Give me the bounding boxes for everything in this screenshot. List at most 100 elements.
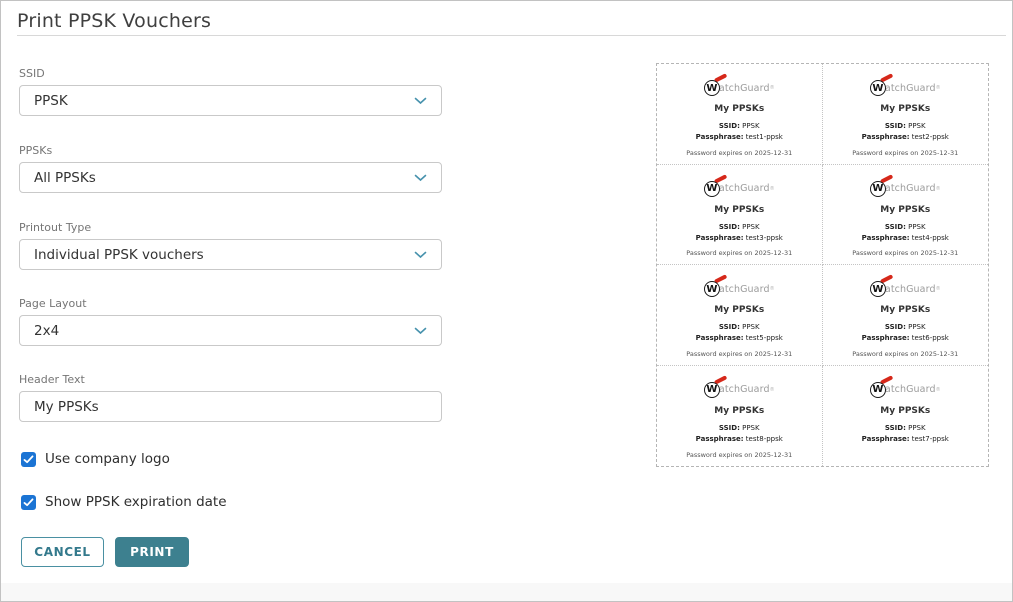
show-expiration-date-checkbox-row[interactable]: Show PPSK expiration date bbox=[21, 494, 227, 510]
passphrase-value: test3-ppsk bbox=[745, 233, 783, 242]
voucher-card: W atchGuard ® My PPSKs SSID: PPSK Passph… bbox=[823, 366, 989, 467]
chevron-down-icon bbox=[414, 251, 427, 259]
ssid-field: SSID PPSK bbox=[19, 67, 442, 116]
brand-wordmark: atchGuard bbox=[718, 82, 770, 94]
voucher-passphrase-line: Passphrase: test3-ppsk bbox=[696, 234, 783, 242]
voucher-header-text: My PPSKs bbox=[880, 305, 931, 315]
voucher-ssid-line: SSID: PPSK bbox=[885, 223, 926, 231]
voucher-card: W atchGuard ® My PPSKs SSID: PPSK Passph… bbox=[822, 165, 988, 265]
passphrase-value: test4-ppsk bbox=[911, 233, 949, 242]
voucher-expiry-text: Password expires on 2025-12-31 bbox=[686, 451, 793, 459]
passphrase-key: Passphrase: bbox=[861, 334, 910, 342]
passphrase-key: Passphrase: bbox=[695, 133, 744, 141]
checkbox-checked-icon[interactable] bbox=[21, 494, 36, 510]
ssid-key: SSID: bbox=[884, 323, 906, 331]
page-header: Print PPSK Vouchers bbox=[17, 1, 1006, 36]
voucher-card: W atchGuard ® My PPSKs SSID: PPSK Passph… bbox=[657, 164, 823, 265]
ssid-select[interactable]: PPSK bbox=[19, 85, 442, 116]
passphrase-value: test7-ppsk bbox=[911, 434, 949, 443]
brand-initial: W bbox=[869, 80, 886, 96]
brand-wordmark: atchGuard bbox=[884, 183, 936, 194]
checkbox-checked-icon[interactable] bbox=[21, 451, 36, 467]
voucher-header-text: My PPSKs bbox=[880, 405, 931, 416]
passphrase-value: test1-ppsk bbox=[745, 133, 783, 141]
voucher-ssid-line: SSID: PPSK bbox=[885, 424, 926, 432]
header-text-label: Header Text bbox=[19, 373, 85, 386]
registered-mark: ® bbox=[935, 386, 941, 393]
voucher-ssid-line: SSID: PPSK bbox=[885, 122, 926, 130]
brand-wordmark: atchGuard bbox=[718, 183, 770, 194]
registered-mark: ® bbox=[769, 286, 775, 292]
voucher-expiry-text: Password expires on 2025-12-31 bbox=[686, 349, 793, 358]
printout-type-selected-value: Individual PPSK vouchers bbox=[34, 246, 204, 263]
ssid-label: SSID bbox=[19, 67, 45, 80]
voucher-passphrase-line: Passphrase: test2-ppsk bbox=[862, 133, 949, 141]
printout-type-select[interactable]: Individual PPSK vouchers bbox=[19, 239, 442, 270]
ssid-value: PPSK bbox=[742, 122, 760, 130]
ssid-key: SSID: bbox=[718, 222, 740, 231]
chevron-down-icon bbox=[414, 327, 427, 335]
page-layout-label: Page Layout bbox=[19, 297, 87, 310]
voucher-card: W atchGuard ® My PPSKs SSID: PPSK Passph… bbox=[657, 64, 823, 165]
passphrase-key: Passphrase: bbox=[695, 334, 744, 342]
ppsks-label: PPSKs bbox=[19, 144, 53, 157]
page-layout-select[interactable]: 2x4 bbox=[19, 315, 442, 346]
watchguard-logo: W atchGuard ® bbox=[703, 73, 775, 97]
passphrase-key: Passphrase: bbox=[695, 434, 744, 443]
cancel-button[interactable]: CANCEL bbox=[21, 537, 104, 567]
voucher-passphrase-line: Passphrase: test1-ppsk bbox=[696, 133, 783, 141]
voucher-ssid-line: SSID: PPSK bbox=[719, 223, 760, 231]
brand-initial: W bbox=[703, 180, 720, 197]
passphrase-value: test2-ppsk bbox=[911, 133, 949, 141]
brand-initial: W bbox=[703, 381, 720, 398]
brand-wordmark: atchGuard bbox=[884, 384, 936, 395]
watchguard-logo: W atchGuard ® bbox=[869, 374, 941, 399]
brand-wordmark: atchGuard bbox=[884, 82, 936, 94]
voucher-passphrase-line: Passphrase: test8-ppsk bbox=[696, 435, 783, 443]
chevron-down-icon bbox=[414, 97, 427, 105]
voucher-header-text: My PPSKs bbox=[714, 204, 765, 215]
ssid-key: SSID: bbox=[718, 423, 740, 432]
voucher-passphrase-line: Passphrase: test6-ppsk bbox=[862, 334, 949, 342]
brand-wordmark: atchGuard bbox=[884, 283, 936, 295]
ssid-key: SSID: bbox=[718, 122, 740, 130]
voucher-ssid-line: SSID: PPSK bbox=[719, 122, 760, 130]
registered-mark: ® bbox=[935, 185, 941, 192]
ssid-value: PPSK bbox=[908, 222, 926, 231]
voucher-card: W atchGuard ® My PPSKs SSID: PPSK Passph… bbox=[822, 64, 988, 165]
voucher-ssid-line: SSID: PPSK bbox=[719, 323, 760, 331]
page-layout-selected-value: 2x4 bbox=[34, 322, 60, 339]
ppsks-select[interactable]: All PPSKs bbox=[19, 162, 442, 193]
brand-initial: W bbox=[869, 180, 886, 197]
passphrase-value: test8-ppsk bbox=[745, 434, 783, 443]
use-company-logo-checkbox-row[interactable]: Use company logo bbox=[21, 451, 170, 467]
voucher-expiry-text: Password expires on 2025-12-31 bbox=[852, 349, 959, 358]
print-button[interactable]: PRINT bbox=[115, 537, 189, 567]
voucher-expiry-text: Password expires on 2025-12-31 bbox=[852, 148, 959, 157]
brand-initial: W bbox=[869, 281, 886, 297]
page-layout-field: Page Layout 2x4 bbox=[19, 297, 442, 346]
voucher-ssid-line: SSID: PPSK bbox=[885, 323, 926, 331]
voucher-expiry-text: Password expires on 2025-12-31 bbox=[686, 249, 793, 257]
ssid-key: SSID: bbox=[884, 122, 906, 130]
registered-mark: ® bbox=[935, 286, 941, 292]
ssid-key: SSID: bbox=[884, 423, 906, 432]
header-text-input[interactable] bbox=[19, 391, 442, 422]
printout-type-label: Printout Type bbox=[19, 221, 92, 234]
voucher-header-text: My PPSKs bbox=[714, 305, 765, 315]
brand-initial: W bbox=[703, 80, 720, 96]
ssid-key: SSID: bbox=[718, 323, 740, 331]
ssid-value: PPSK bbox=[908, 423, 926, 432]
voucher-card: W atchGuard ® My PPSKs SSID: PPSK Passph… bbox=[657, 265, 823, 366]
voucher-preview: W atchGuard ® My PPSKs SSID: PPSK Passph… bbox=[656, 63, 989, 467]
watchguard-logo: W atchGuard ® bbox=[869, 173, 941, 198]
watchguard-logo: W atchGuard ® bbox=[703, 274, 775, 298]
voucher-passphrase-line: Passphrase: test4-ppsk bbox=[862, 234, 949, 242]
voucher-passphrase-line: Passphrase: test5-ppsk bbox=[696, 334, 783, 342]
voucher-header-text: My PPSKs bbox=[714, 405, 765, 416]
dialog-actions: CANCEL PRINT bbox=[21, 537, 189, 567]
watchguard-logo: W atchGuard ® bbox=[869, 274, 941, 298]
voucher-card: W atchGuard ® My PPSKs SSID: PPSK Passph… bbox=[657, 365, 823, 466]
registered-mark: ® bbox=[769, 85, 775, 91]
passphrase-value: test6-ppsk bbox=[911, 334, 949, 342]
